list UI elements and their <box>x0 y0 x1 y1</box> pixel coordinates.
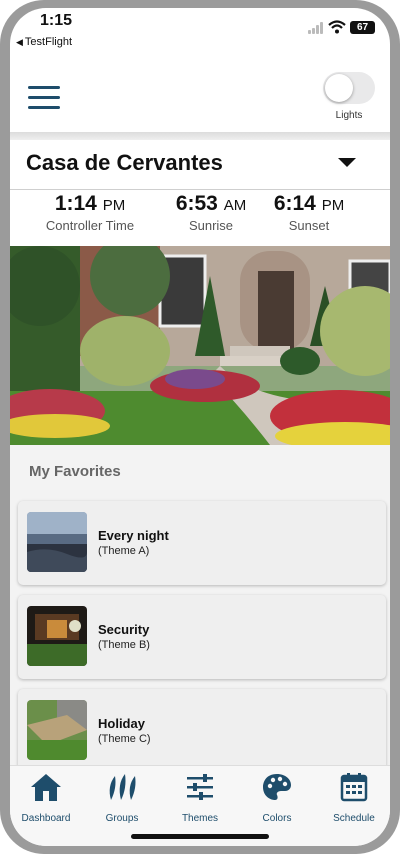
header-divider <box>10 132 390 140</box>
favorite-name: Security <box>98 622 150 637</box>
lights-toggle[interactable] <box>323 72 375 104</box>
app-header: Lights <box>10 52 390 132</box>
lights-toggle-label: Lights <box>335 110 363 121</box>
back-app-label: TestFlight <box>24 36 72 48</box>
tab-label: Groups <box>105 813 139 824</box>
battery-icon: 67 <box>350 21 375 34</box>
location-selector[interactable]: Casa de Cervantes <box>10 140 390 190</box>
back-arrow-icon: ◀ <box>16 37 23 47</box>
tab-label: Colors <box>262 813 292 824</box>
favorite-thumbnail <box>27 700 87 760</box>
device-frame: 1:15 ◀ TestFlight 67 Lights Casa de Cerva… <box>0 0 400 854</box>
sunset-time-ampm: PM <box>321 197 345 214</box>
tab-dashboard[interactable]: Dashboard <box>10 772 82 824</box>
favorites-section: My Favorites Every night (Theme A) Secur… <box>10 445 390 773</box>
times-row: 1:14 PM Controller Time 6:53 AM Sunrise … <box>10 190 390 246</box>
home-icon <box>31 774 61 801</box>
groups-icon <box>109 774 136 800</box>
property-photo <box>10 246 390 445</box>
favorite-item[interactable]: Every night (Theme A) <box>18 501 386 585</box>
location-name: Casa de Cervantes <box>26 150 223 175</box>
chevron-down-icon <box>338 158 356 167</box>
controller-time-label: Controller Time <box>45 218 135 233</box>
sunset-time-value: 6:14 <box>273 192 316 215</box>
favorite-thumbnail <box>27 512 87 572</box>
sunrise-label: Sunrise <box>188 218 234 233</box>
wifi-icon <box>328 20 346 34</box>
tab-label: Schedule <box>333 813 375 824</box>
sliders-icon <box>187 774 213 800</box>
favorites-title: My Favorites <box>29 463 121 480</box>
palette-icon <box>263 774 291 800</box>
sunset-label: Sunset <box>288 218 330 233</box>
favorite-thumbnail <box>27 606 87 666</box>
favorite-name: Every night <box>98 528 169 543</box>
sunset-time: 6:14 PM Sunset <box>268 192 350 233</box>
favorite-item[interactable]: Holiday (Theme C) <box>18 689 386 773</box>
calendar-icon <box>340 773 368 802</box>
sunrise-time-value: 6:53 <box>175 192 218 215</box>
menu-button[interactable] <box>28 86 60 110</box>
favorite-name: Holiday <box>98 716 145 731</box>
controller-time: 1:14 PM Controller Time <box>40 192 140 233</box>
sunrise-time: 6:53 AM Sunrise <box>170 192 252 233</box>
screen: 1:15 ◀ TestFlight 67 Lights Casa de Cerva… <box>10 8 390 846</box>
favorite-theme: (Theme C) <box>98 733 151 745</box>
controller-time-ampm: PM <box>102 197 126 214</box>
home-indicator <box>131 834 269 839</box>
status-bar: 1:15 ◀ TestFlight 67 <box>10 8 390 52</box>
controller-time-value: 1:14 <box>54 192 97 215</box>
sunrise-time-ampm: AM <box>223 197 247 214</box>
tab-themes[interactable]: Themes <box>164 772 236 824</box>
favorite-item[interactable]: Security (Theme B) <box>18 595 386 679</box>
cell-signal-icon <box>308 22 324 34</box>
favorite-theme: (Theme B) <box>98 639 150 651</box>
tab-label: Dashboard <box>21 813 71 824</box>
tab-schedule[interactable]: Schedule <box>318 772 390 824</box>
tab-label: Themes <box>181 813 219 824</box>
back-to-app-link[interactable]: ◀ TestFlight <box>16 36 72 48</box>
tab-groups[interactable]: Groups <box>86 772 158 824</box>
tab-colors[interactable]: Colors <box>241 772 313 824</box>
status-time: 1:15 <box>40 12 73 29</box>
toggle-knob <box>325 74 353 102</box>
favorite-theme: (Theme A) <box>98 545 150 557</box>
